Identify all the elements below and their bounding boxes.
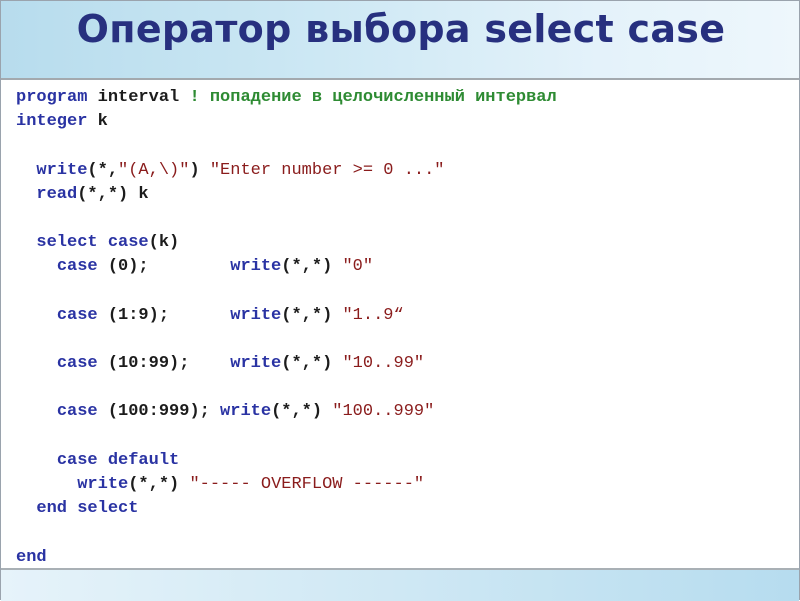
code-text: (0); — [97, 257, 231, 277]
code-keyword: select case — [36, 233, 149, 253]
slide: Оператор выбора select case program inte… — [0, 0, 800, 601]
code-keyword: program — [16, 88, 88, 107]
code-line: integer k — [16, 110, 557, 134]
code-keyword: end — [16, 547, 47, 567]
code-line: case (0); write(*,*) "0" — [16, 255, 557, 279]
code-keyword: case — [56, 354, 98, 374]
code-text: (k) — [148, 233, 180, 253]
code-comment: ! попадение в целочисленный интервал — [189, 88, 557, 107]
code-text: (*,*) — [128, 475, 190, 494]
code-keyword: write — [77, 475, 129, 494]
code-string: "----- OVERFLOW ------" — [189, 475, 425, 494]
code-string: "100..999" — [332, 402, 435, 422]
code-keyword: case — [56, 305, 98, 325]
code-text: ) — [189, 160, 210, 180]
code-line: end select — [16, 497, 557, 521]
code-text: (*,*) — [271, 402, 333, 422]
code-keyword: case — [56, 257, 98, 277]
code-line: case default — [16, 449, 557, 473]
code-line: select case(k) — [16, 231, 557, 255]
code-line: case (1:9); write(*,*) "1..9“ — [16, 304, 557, 328]
code-text: (10:99); — [97, 354, 231, 374]
code-keyword: end select — [36, 499, 139, 519]
code-line: read(*,*) k — [16, 183, 557, 207]
code-keyword: read — [36, 184, 78, 204]
code-text: (*,*) — [281, 354, 343, 374]
title-bar: Оператор выбора select case — [1, 1, 799, 80]
code-keyword: integer — [16, 112, 88, 132]
code-line: end — [16, 546, 557, 570]
code-text: (*,*) — [281, 305, 343, 325]
code-text: (*,*) k — [77, 184, 149, 204]
code-keyword: write — [36, 160, 88, 180]
code-string: "10..99" — [342, 354, 425, 374]
code-keyword: write — [220, 402, 272, 422]
code-text: k — [87, 112, 108, 132]
code-block: program interval ! попадение в целочисле… — [16, 86, 557, 570]
code-string: "0" — [342, 257, 374, 277]
code-keyword: write — [230, 305, 282, 325]
code-keyword: write — [230, 257, 282, 277]
code-line: write(*,"(A,\)") "Enter number >= 0 ..." — [16, 159, 557, 183]
code-string: "(A,\)" — [118, 160, 190, 180]
code-keyword: write — [230, 354, 282, 374]
code-text: (*, — [87, 160, 119, 180]
code-text: (1:9); — [97, 305, 231, 325]
code-line: program interval ! попадение в целочисле… — [16, 86, 557, 110]
code-text: (100:999); — [97, 402, 221, 422]
code-line: write(*,*) "----- OVERFLOW ------" — [16, 473, 557, 497]
slide-title: Оператор выбора select case — [76, 7, 726, 51]
code-line: case (10:99); write(*,*) "10..99" — [16, 352, 557, 376]
code-text: (*,*) — [281, 257, 343, 277]
code-string: "Enter number >= 0 ..." — [209, 160, 445, 180]
footer-bar — [1, 568, 799, 601]
code-keyword: case — [56, 402, 98, 422]
code-text: interval — [87, 88, 190, 107]
code-keyword: case default — [56, 450, 180, 470]
code-string: "1..9“ — [342, 305, 404, 325]
code-line: case (100:999); write(*,*) "100..999" — [16, 400, 557, 424]
